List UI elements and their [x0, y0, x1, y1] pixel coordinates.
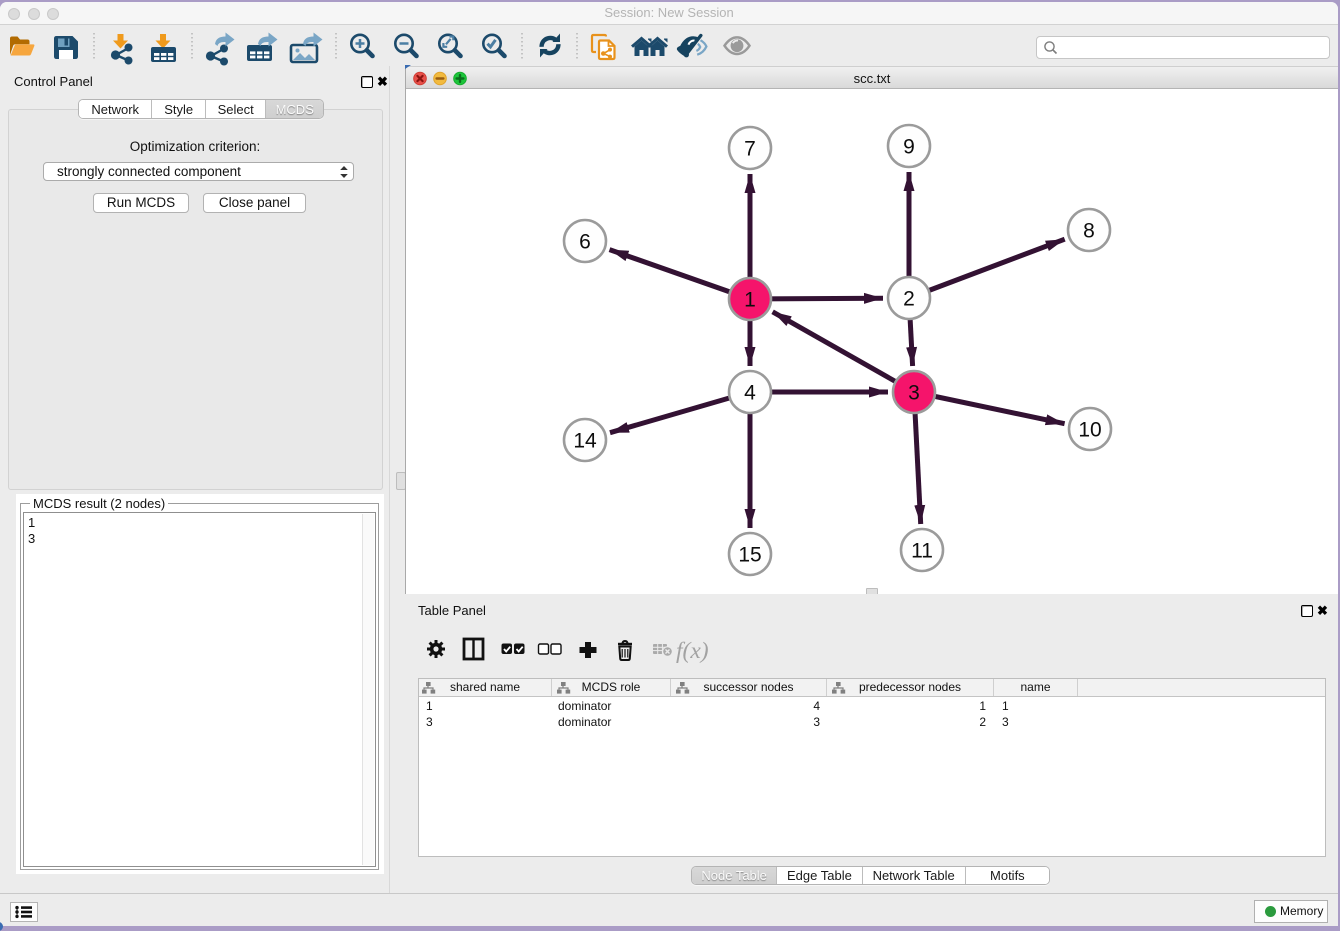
svg-text:10: 10 [1078, 419, 1101, 442]
svg-text:1: 1 [744, 289, 756, 312]
svg-text:3: 3 [908, 382, 920, 405]
svg-text:6: 6 [579, 231, 591, 254]
svg-text:2: 2 [903, 288, 915, 311]
svg-text:f(x): f(x) [676, 638, 709, 664]
svg-text:4: 4 [744, 382, 756, 405]
svg-text:7: 7 [744, 138, 756, 161]
svg-text:9: 9 [903, 136, 915, 159]
svg-text:14: 14 [573, 430, 597, 453]
svg-text:11: 11 [911, 540, 933, 563]
svg-text:8: 8 [1083, 220, 1095, 243]
svg-text:15: 15 [738, 544, 761, 567]
